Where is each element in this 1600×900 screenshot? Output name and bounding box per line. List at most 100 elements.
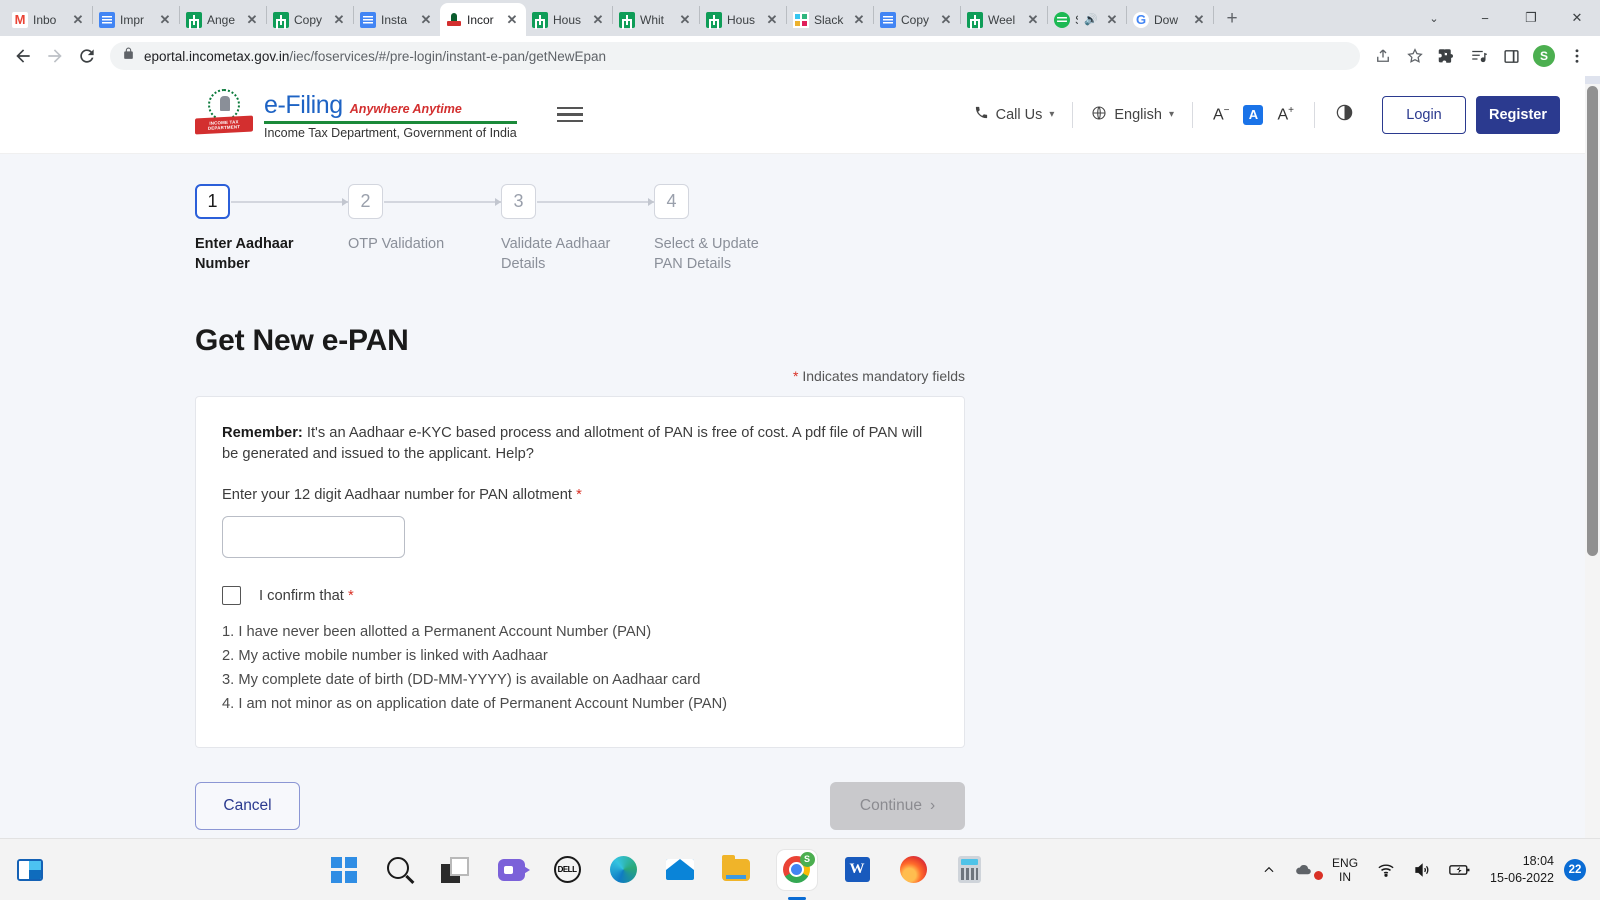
chrome-button[interactable]: S (776, 849, 817, 890)
task-view-button[interactable] (440, 855, 471, 885)
tab-close-icon[interactable]: ✕ (244, 12, 260, 28)
teams-chat-button[interactable] (497, 855, 530, 885)
tab-close-icon[interactable]: ✕ (938, 12, 954, 28)
bookmark-star-icon[interactable] (1400, 41, 1430, 71)
maximize-icon[interactable]: ❐ (1508, 0, 1554, 36)
browser-tab[interactable]: Whit ✕ (613, 3, 699, 36)
list-item: 2. My active mobile number is linked wit… (222, 648, 548, 664)
login-button[interactable]: Login (1382, 95, 1466, 134)
tab-close-icon[interactable]: ✕ (677, 12, 693, 28)
browser-tab[interactable]: Insta ✕ (354, 3, 440, 36)
tab-close-icon[interactable]: ✕ (851, 12, 867, 28)
browser-tab[interactable]: S 🔊 ✕ (1048, 3, 1126, 36)
mail-button[interactable] (665, 855, 695, 885)
share-icon[interactable] (1368, 41, 1398, 71)
cancel-button[interactable]: Cancel (195, 782, 300, 830)
stepper-step-4[interactable]: 4 Select & Update PAN Details (654, 184, 807, 274)
browser-tab[interactable]: Hous ✕ (526, 3, 612, 36)
browser-tab-active[interactable]: Incor ✕ (440, 3, 526, 36)
profile-avatar[interactable]: S (1533, 45, 1555, 67)
notification-badge[interactable]: 22 (1564, 858, 1586, 881)
browser-tab[interactable]: Ange ✕ (180, 3, 266, 36)
tab-close-icon[interactable]: ✕ (418, 12, 434, 28)
browser-tab[interactable]: Dow ✕ (1127, 3, 1213, 36)
site-logo[interactable]: e-Filing Anywhere Anytime Income Tax Dep… (195, 88, 517, 141)
wifi-icon[interactable] (1368, 861, 1404, 879)
browser-tab[interactable]: Weel ✕ (961, 3, 1047, 36)
language-indicator[interactable]: ENG IN (1322, 856, 1368, 884)
address-bar[interactable]: eportal.incometax.gov.in/iec/foservices/… (110, 42, 1360, 70)
list-item: 3. My complete date of birth (DD-MM-YYYY… (222, 672, 701, 688)
language-dropdown[interactable]: English ▾ (1073, 105, 1192, 125)
page-scrollbar[interactable] (1585, 76, 1600, 838)
browser-tab[interactable]: Copy ✕ (267, 3, 353, 36)
contrast-toggle-icon[interactable] (1315, 103, 1374, 127)
tab-search-icon[interactable]: ⌄ (1406, 0, 1462, 36)
media-list-icon[interactable] (1464, 41, 1494, 71)
font-increase-button[interactable]: A+ (1277, 105, 1294, 124)
volume-icon[interactable] (1404, 861, 1440, 879)
search-button[interactable] (385, 855, 415, 885)
stepper-step-1[interactable]: 1 Enter Aadhaar Number (195, 184, 348, 274)
logo-divider (264, 121, 517, 124)
browser-tab[interactable]: Inbo ✕ (6, 3, 92, 36)
new-tab-button[interactable]: + (1218, 5, 1246, 33)
tab-close-icon[interactable]: ✕ (1191, 12, 1207, 28)
list-item: 1. I have never been allotted a Permanen… (222, 624, 652, 640)
spotify-icon (1054, 11, 1070, 28)
show-hidden-icons-chevron-icon[interactable] (1253, 863, 1285, 877)
start-button[interactable] (329, 855, 359, 885)
clock[interactable]: 18:04 15-06-2022 (1480, 853, 1564, 887)
battery-icon[interactable] (1440, 862, 1480, 878)
forward-icon[interactable] (40, 41, 70, 71)
tab-close-icon[interactable]: ✕ (1025, 12, 1041, 28)
chrome-menu-icon[interactable] (1562, 41, 1592, 71)
tab-close-icon[interactable]: ✕ (331, 12, 347, 28)
google-docs-icon (880, 11, 896, 28)
tab-audio-icon[interactable]: 🔊 (1083, 12, 1099, 28)
close-window-icon[interactable]: ✕ (1554, 0, 1600, 36)
stepper-connector (384, 198, 501, 205)
edge-button[interactable] (609, 855, 639, 885)
side-panel-icon[interactable] (1496, 41, 1526, 71)
browser-tab[interactable]: Copy ✕ (874, 3, 960, 36)
browser-tab[interactable]: Slack ✕ (787, 3, 873, 36)
scrollbar-thumb[interactable] (1587, 86, 1598, 556)
browser-tab[interactable]: Impr ✕ (93, 3, 179, 36)
extensions-icon[interactable] (1432, 41, 1462, 71)
confirm-label: I confirm that * (259, 587, 354, 604)
required-asterisk: * (347, 587, 354, 604)
continue-button[interactable]: Continue › (830, 782, 965, 830)
tab-close-icon[interactable]: ✕ (1104, 12, 1120, 28)
firefox-button[interactable] (899, 855, 929, 885)
register-button[interactable]: Register (1476, 95, 1560, 134)
minimize-icon[interactable]: − (1462, 0, 1508, 36)
browser-tab[interactable]: Hous ✕ (700, 3, 786, 36)
confirm-checkbox[interactable] (222, 586, 241, 605)
font-decrease-button[interactable]: A− (1213, 105, 1230, 124)
calculator-button[interactable] (955, 855, 985, 885)
back-icon[interactable] (8, 41, 38, 71)
widgets-icon[interactable] (17, 858, 43, 881)
file-explorer-button[interactable] (721, 854, 751, 885)
tab-title: S (1075, 12, 1078, 28)
reload-icon[interactable] (72, 41, 102, 71)
tab-close-icon[interactable]: ✕ (764, 12, 780, 28)
stepper-step-2[interactable]: 2 OTP Validation (348, 184, 501, 254)
tab-close-icon[interactable]: ✕ (590, 12, 606, 28)
call-us-dropdown[interactable]: Call Us ▾ (956, 105, 1073, 124)
menu-hamburger-icon[interactable] (556, 106, 583, 123)
aadhaar-number-input[interactable] (222, 516, 405, 558)
list-item: 4. I am not minor as on application date… (222, 696, 728, 712)
aadhaar-field-label: Enter your 12 digit Aadhaar number for P… (222, 487, 582, 503)
tab-close-icon[interactable]: ✕ (157, 12, 173, 28)
onedrive-icon[interactable] (1285, 860, 1324, 880)
tab-close-icon[interactable]: ✕ (70, 12, 86, 28)
word-button[interactable]: W (843, 855, 873, 885)
folder-icon (721, 854, 750, 881)
dell-button[interactable]: DELL (553, 855, 583, 885)
tab-close-icon[interactable]: ✕ (504, 12, 520, 28)
font-normal-button[interactable]: A (1243, 104, 1264, 125)
stepper-step-3[interactable]: 3 Validate Aadhaar Details (501, 184, 654, 274)
search-icon (386, 856, 409, 879)
